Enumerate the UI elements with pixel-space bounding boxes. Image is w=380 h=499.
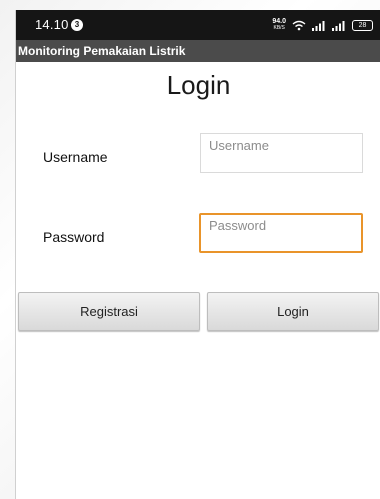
signal-icon-secondary [332,20,346,31]
app-title: Monitoring Pemakaian Listrik [18,44,186,58]
network-speed: 94.0 KB/S [272,18,286,32]
battery-icon: 28 [352,19,373,31]
notification-badge: 3 [71,19,83,31]
wifi-icon [292,20,306,31]
app-bar: Monitoring Pemakaian Listrik [16,40,380,62]
network-speed-value: 94.0 [272,18,286,25]
status-icons: 94.0 KB/S 28 [272,15,373,35]
status-bar: 14.10 3 94.0 KB/S 28 [16,10,380,40]
login-button[interactable]: Login [207,292,379,331]
battery-level: 28 [358,21,367,29]
network-speed-unit: KB/S [273,25,285,31]
username-label: Username [43,149,108,165]
username-input[interactable] [200,133,363,173]
phone-screen: 14.10 3 94.0 KB/S 28 Monitoring Pemakaia… [15,10,380,499]
page-title: Login [166,70,231,100]
password-input[interactable] [199,213,363,253]
password-label: Password [43,229,105,245]
register-button[interactable]: Registrasi [18,292,200,331]
status-time: 14.10 [35,17,69,32]
signal-icon [312,20,326,31]
